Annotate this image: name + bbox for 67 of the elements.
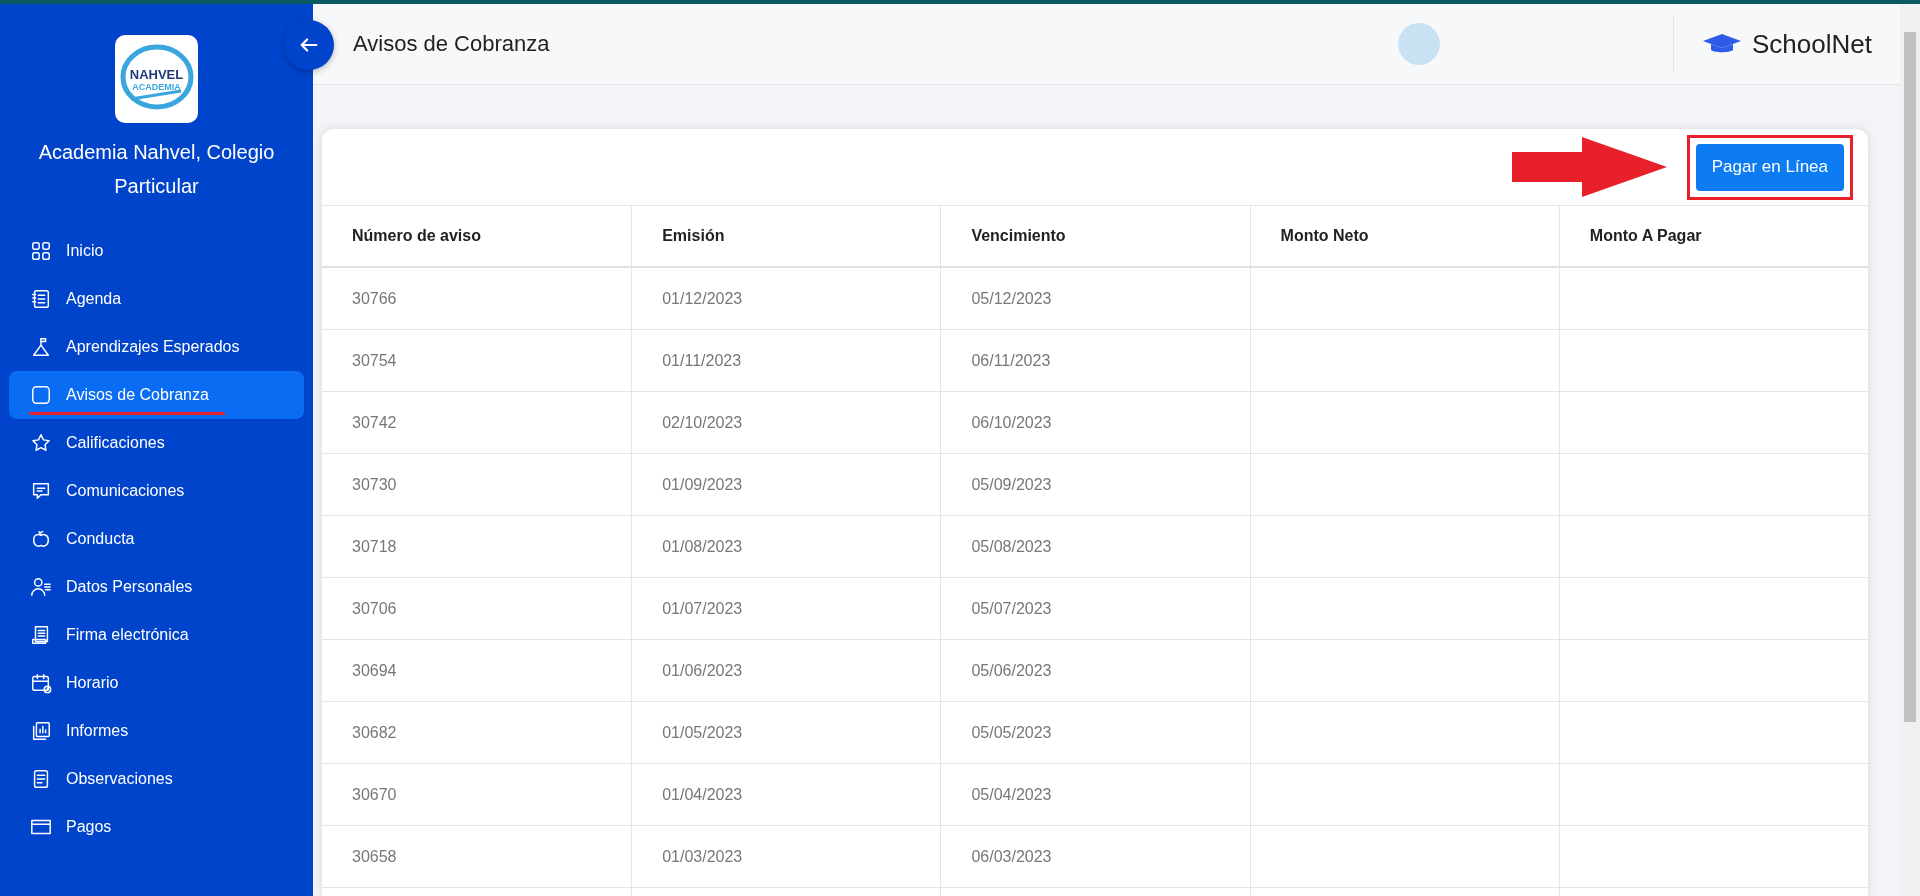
- notebook-icon: [30, 288, 52, 310]
- calendar-clock-icon: [30, 672, 52, 694]
- sidebar-item[interactable]: Avisos de Cobranza: [9, 371, 304, 419]
- table-cell: 01/07/2023: [631, 578, 941, 639]
- sidebar-item[interactable]: Observaciones: [9, 755, 304, 803]
- table-cell: 01/05/2023: [631, 702, 941, 763]
- sidebar-item[interactable]: Conducta: [9, 515, 304, 563]
- sidebar-item[interactable]: Comunicaciones: [9, 467, 304, 515]
- table-cell: 01/11/2023: [631, 330, 941, 391]
- table-cell: 01/03/2023: [631, 826, 941, 887]
- table-cell-text: 30766: [351, 288, 398, 309]
- sidebar-item[interactable]: Datos Personales: [9, 563, 304, 611]
- table-cell: 05/05/2023: [940, 702, 1250, 763]
- grid-icon: [30, 240, 52, 262]
- column-header: Emisión: [631, 206, 941, 266]
- table-cell: 05/09/2023: [940, 454, 1250, 515]
- brand-name: SchoolNet: [1752, 28, 1872, 60]
- page-title: Avisos de Cobranza: [353, 31, 551, 57]
- table-cell: 01/06/2023: [631, 640, 941, 701]
- table-cell: 05/08/2023: [940, 516, 1250, 577]
- table-cell: 01/12/2023: [631, 268, 941, 329]
- table-cell-text: 30670: [351, 784, 398, 805]
- logo-subtitle: ACADEMIA: [132, 81, 181, 92]
- sidebar-item[interactable]: Firma electrónica: [9, 611, 304, 659]
- table-cell: 01/09/2023: [631, 454, 941, 515]
- table-cell: 01/04/2023: [631, 764, 941, 825]
- sidebar-item[interactable]: Agenda: [9, 275, 304, 323]
- avatar-circle[interactable]: [1398, 23, 1441, 65]
- table-cell: 05/04/2023: [940, 764, 1250, 825]
- school-name: Academia Nahvel, Colegio Particular: [37, 140, 276, 199]
- column-header: Vencimiento: [940, 206, 1250, 266]
- column-header: Monto Neto: [1249, 206, 1559, 266]
- table-cell-text: 30658: [351, 846, 398, 867]
- scrollbar[interactable]: [1900, 4, 1920, 896]
- arrow-icon: [1511, 137, 1667, 197]
- table-cell: 01/08/2023: [631, 516, 941, 577]
- sidebar-item[interactable]: Pagos: [9, 803, 304, 851]
- table-cell: 02/10/2023: [631, 392, 941, 453]
- table-cell-text: 30694: [351, 660, 398, 681]
- table-cell-text: 30730: [351, 474, 398, 495]
- star-icon: [30, 432, 52, 454]
- chat-icon: [30, 480, 52, 502]
- table-cell: 05/06/2023: [940, 640, 1250, 701]
- table-cell-text: 30742: [351, 412, 398, 433]
- column-header: Número de aviso: [351, 226, 482, 246]
- sidebar-item[interactable]: Calificaciones: [9, 419, 304, 467]
- sidebar-item[interactable]: Informes: [9, 707, 304, 755]
- person-list-icon: [30, 576, 52, 598]
- table-cell: 05/07/2023: [940, 578, 1250, 639]
- table-cell: 06/03/2023: [940, 826, 1250, 887]
- sidebar-item[interactable]: Aprendizajes Esperados: [9, 323, 304, 371]
- table-cell: 06/11/2023: [940, 330, 1250, 391]
- sidebar-item[interactable]: Horario: [9, 659, 304, 707]
- table-cell-text: 30754: [351, 350, 398, 371]
- bar-chart-icon: [30, 720, 52, 742]
- table-cell-text: 30718: [351, 536, 398, 557]
- pay-online-button[interactable]: Pagar en Línea: [1695, 143, 1844, 191]
- apple-icon: [30, 528, 52, 550]
- table-cell-text: 30682: [351, 722, 398, 743]
- square-icon: [30, 384, 52, 406]
- column-header: Monto A Pagar: [1558, 206, 1868, 266]
- table-cell: 06/10/2023: [940, 392, 1250, 453]
- flask-icon: [30, 336, 52, 358]
- table-cell-text: 30706: [351, 598, 398, 619]
- sidebar-item[interactable]: Inicio: [9, 227, 304, 275]
- logo-title: NAHVEL: [129, 66, 184, 82]
- table-cell: 05/12/2023: [940, 268, 1250, 329]
